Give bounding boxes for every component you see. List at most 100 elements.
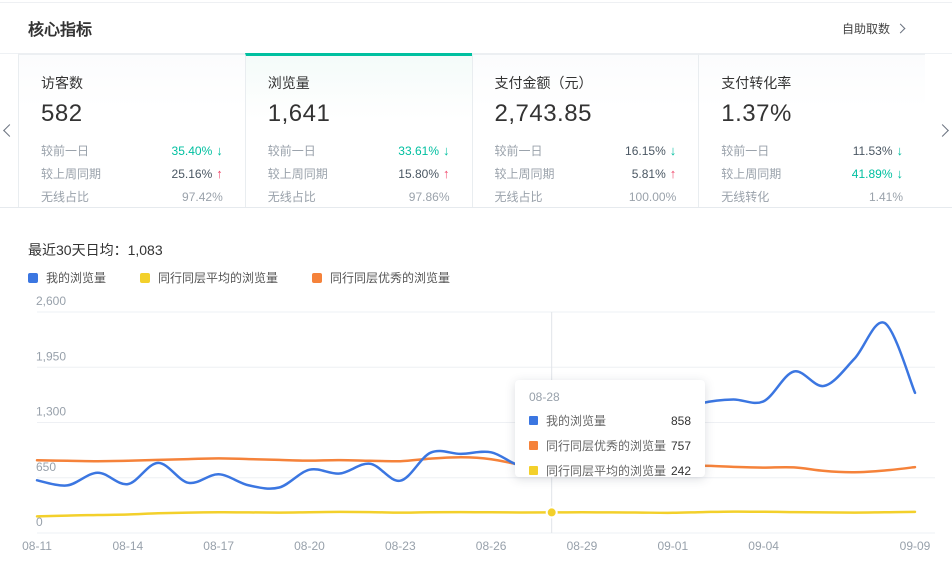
metric-card-rows: 较前一日 11.53% ↓ 较上周同期 41.89% ↓ 无线转化 1.41% bbox=[721, 139, 903, 208]
chevron-right-icon bbox=[936, 124, 949, 137]
metric-row-value: 33.61% bbox=[398, 144, 439, 158]
x-axis-label: 08-20 bbox=[294, 539, 325, 553]
tooltip-row: 同行同层优秀的浏览量 757 bbox=[529, 437, 691, 454]
metric-card-value: 582 bbox=[41, 100, 223, 128]
metric-row-label: 无线占比 bbox=[268, 188, 316, 205]
arrow-down-icon: ↓ bbox=[443, 143, 450, 158]
self-service-data-label: 自助取数 bbox=[842, 20, 890, 37]
series-line-0 bbox=[37, 322, 915, 488]
metric-row-value: 1.41% bbox=[869, 190, 903, 204]
legend-label: 同行同层平均的浏览量 bbox=[158, 269, 278, 286]
arrow-down-icon: ↓ bbox=[670, 143, 677, 158]
tooltip-swatch-orange bbox=[529, 441, 538, 450]
x-axis-label: 09-04 bbox=[748, 539, 779, 553]
metric-card-title: 浏览量 bbox=[268, 73, 450, 93]
metric-row-label: 较上周同期 bbox=[721, 165, 781, 182]
chart-legend: 我的浏览量 同行同层平均的浏览量 同行同层优秀的浏览量 bbox=[28, 269, 450, 286]
series-line-2 bbox=[37, 457, 915, 472]
self-service-data-link[interactable]: 自助取数 bbox=[842, 20, 904, 37]
metric-card-value: 1,641 bbox=[268, 100, 450, 128]
metric-card[interactable]: 访客数 582 较前一日35.40%↓较上周同期25.16%↑无线占比97.42… bbox=[18, 53, 245, 207]
x-axis-label: 08-26 bbox=[476, 539, 507, 553]
metric-row: 较上周同期 41.89% ↓ bbox=[721, 162, 903, 185]
metric-row: 较上周同期25.16%↑ bbox=[41, 162, 223, 185]
trend-chart-svg[interactable]: 06501,3001,9502,60008-1108-1408-1708-200… bbox=[0, 290, 952, 566]
y-axis-label: 650 bbox=[36, 460, 56, 474]
metric-row-value: 11.53% bbox=[853, 144, 893, 158]
core-metrics-dashboard: 核心指标 自助取数 访客数 582 较前一日35.40%↓较上周同期25.16%… bbox=[0, 0, 952, 566]
x-axis-label: 09-09 bbox=[900, 539, 931, 553]
arrow-up-icon: ↑ bbox=[216, 166, 223, 181]
arrow-up-icon: ↑ bbox=[443, 166, 450, 181]
legend-item-peer-excellent-pv[interactable]: 同行同层优秀的浏览量 bbox=[312, 269, 450, 286]
tooltip-row-value: 858 bbox=[671, 414, 691, 428]
tooltip-row-value: 757 bbox=[671, 439, 691, 453]
page-title: 核心指标 bbox=[28, 16, 92, 40]
arrow-down-icon: ↓ bbox=[897, 166, 904, 181]
metric-row-value: 97.42% bbox=[182, 190, 223, 204]
metric-row-value: 41.89% bbox=[852, 167, 893, 181]
tooltip-row-value: 242 bbox=[671, 464, 691, 478]
metric-card-value: 2,743.85 bbox=[495, 100, 677, 128]
metric-row-label: 较前一日 bbox=[41, 142, 89, 159]
metric-card-value: 1.37% bbox=[721, 100, 903, 128]
metric-row-value: 97.86% bbox=[409, 190, 450, 204]
carousel-next-button[interactable] bbox=[925, 53, 952, 207]
metric-row-label: 无线占比 bbox=[495, 188, 543, 205]
metric-card[interactable]: 支付转化率 1.37% 较前一日 11.53% ↓ 较上周同期 41.89% ↓ 无线转化 1… bbox=[698, 53, 925, 207]
x-axis-label: 08-14 bbox=[112, 539, 143, 553]
arrow-down-icon: ↓ bbox=[897, 143, 904, 158]
metric-row-value: 35.40% bbox=[172, 144, 213, 158]
legend-item-my-pv[interactable]: 我的浏览量 bbox=[28, 269, 106, 286]
legend-label: 同行同层优秀的浏览量 bbox=[330, 269, 450, 286]
metric-row: 无线占比 97.42% bbox=[41, 185, 223, 208]
metric-card-rows: 较前一日 33.61% ↓ 较上周同期15.80%↑ 无线占比 97.86% bbox=[268, 139, 450, 208]
legend-swatch-yellow bbox=[140, 273, 150, 283]
y-axis-label: 1,300 bbox=[36, 405, 66, 419]
metric-row-label: 较上周同期 bbox=[495, 165, 555, 182]
metric-row-label: 较前一日 bbox=[721, 142, 769, 159]
chevron-right-icon bbox=[896, 24, 906, 34]
metric-row: 较上周同期15.80%↑ bbox=[268, 162, 450, 185]
metric-card-title: 支付金额（元） bbox=[495, 73, 677, 93]
metric-row-value: 16.15% bbox=[625, 144, 666, 158]
legend-item-peer-average-pv[interactable]: 同行同层平均的浏览量 bbox=[140, 269, 278, 286]
legend-label: 我的浏览量 bbox=[46, 269, 106, 286]
chevron-left-icon bbox=[3, 124, 16, 137]
top-divider bbox=[0, 2, 952, 3]
carousel-prev-button[interactable] bbox=[0, 53, 18, 207]
metric-row-label: 无线占比 bbox=[41, 188, 89, 205]
metric-cards: 访客数 582 较前一日35.40%↓较上周同期25.16%↑无线占比97.42… bbox=[0, 53, 952, 208]
metric-row: 无线占比 100.00% bbox=[495, 185, 677, 208]
metric-row: 较前一日 33.61% ↓ bbox=[268, 139, 450, 162]
trend-average-title: 最近30天日均：1,083 bbox=[28, 240, 163, 260]
y-axis-label: 1,950 bbox=[36, 349, 66, 363]
x-axis-label: 08-23 bbox=[385, 539, 416, 553]
metric-card[interactable]: 浏览量 1,641 较前一日 33.61% ↓ 较上周同期15.80%↑ 无线占比 97.… bbox=[245, 53, 472, 207]
metric-row-label: 较前一日 bbox=[495, 142, 543, 159]
y-axis-label: 2,600 bbox=[36, 294, 66, 308]
metric-row-value: 100.00% bbox=[629, 190, 676, 204]
tooltip-row-label: 我的浏览量 bbox=[546, 412, 606, 429]
metric-card-rows: 较前一日16.15%↓较上周同期5.81%↑无线占比100.00% bbox=[495, 139, 677, 208]
metric-row-label: 无线转化 bbox=[721, 188, 769, 205]
hover-dot bbox=[547, 507, 557, 517]
x-axis-label: 08-29 bbox=[567, 539, 598, 553]
arrow-down-icon: ↓ bbox=[216, 143, 223, 158]
legend-swatch-orange bbox=[312, 273, 322, 283]
x-axis-label: 08-11 bbox=[22, 539, 52, 553]
tooltip-date: 08-28 bbox=[529, 390, 691, 404]
metric-card[interactable]: 支付金额（元） 2,743.85 较前一日16.15%↓较上周同期5.81%↑无… bbox=[472, 53, 699, 207]
tooltip-swatch-yellow bbox=[529, 466, 538, 475]
metric-row: 较前一日 16.15% ↓ bbox=[495, 139, 677, 162]
tooltip-row-label: 同行同层平均的浏览量 bbox=[546, 462, 666, 479]
x-axis-label: 09-01 bbox=[657, 539, 688, 553]
metric-row-label: 较前一日 bbox=[268, 142, 316, 159]
legend-swatch-blue bbox=[28, 273, 38, 283]
series-line-1 bbox=[37, 512, 915, 517]
metric-row: 较前一日 35.40%↓ bbox=[41, 139, 223, 162]
metric-card-title: 支付转化率 bbox=[721, 73, 903, 93]
metric-row-label: 较上周同期 bbox=[41, 165, 101, 182]
tooltip-row: 我的浏览量 858 bbox=[529, 412, 691, 429]
metric-row-label: 较上周同期 bbox=[268, 165, 328, 182]
